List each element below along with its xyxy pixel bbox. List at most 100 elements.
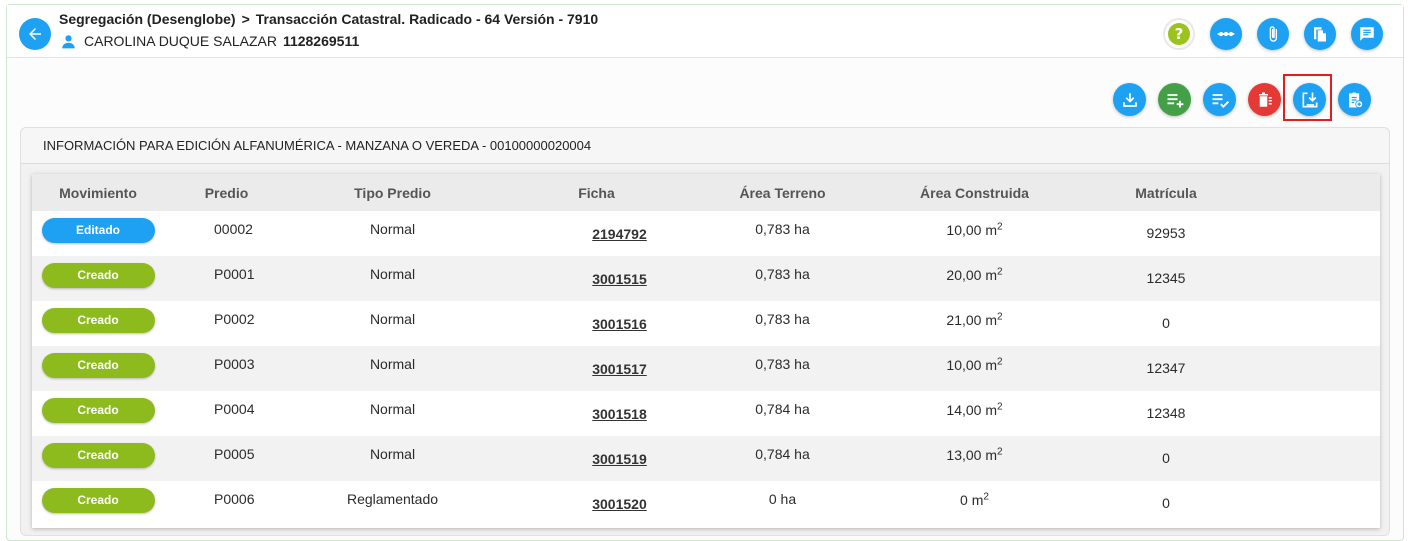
back-button[interactable] [19,18,51,50]
cell-area-construida: 10,00 m2 [868,346,1081,391]
table-row: Creado P0004 Normal 3001518 0,784 ha 14,00 m2… [32,391,1380,436]
notes-button[interactable] [1351,18,1383,50]
cell-predio: P0005 [164,436,289,481]
ficha-link[interactable]: 3001515 [592,271,647,287]
ficha-link[interactable]: 3001517 [592,361,647,377]
tipo-predio-value: Normal [369,356,416,372]
properties-table-container: Movimiento Predio Tipo Predio Ficha Área… [32,174,1380,528]
properties-table: Movimiento Predio Tipo Predio Ficha Área… [32,174,1380,526]
clipboard-add-button[interactable] [1338,83,1371,116]
movement-badge[interactable]: Creado [41,308,155,333]
cell-tipo-predio: Normal [289,211,496,256]
matricula-value: 12347 [1146,360,1186,376]
attachment-icon [1269,26,1278,42]
area-unit: m [985,446,998,463]
cell-predio: 00002 [164,211,289,256]
flow-icon [1217,31,1235,37]
attachment-button[interactable] [1257,18,1289,50]
ficha-link[interactable]: 3001518 [592,406,647,422]
check-list-button[interactable] [1203,83,1236,116]
area-unit: m [985,266,998,283]
cell-predio: P0001 [164,256,289,301]
cell-area-terreno: 0,783 ha [697,211,868,256]
cell-spacer [1251,391,1380,436]
matricula-value: 92953 [1146,225,1186,241]
user-id: 1128269511 [282,33,360,49]
cell-predio: P0004 [164,391,289,436]
cell-area-terreno: 0,783 ha [697,346,868,391]
download-icon [1122,92,1137,107]
clipboard-add-icon [1348,92,1363,108]
movement-badge[interactable]: Creado [41,488,155,513]
table-body: Editado 00002 Normal 2194792 0,783 ha 10,00 m… [32,211,1380,526]
user-icon [61,34,76,49]
cell-ficha: 3001517 [496,346,697,391]
ficha-link[interactable]: 3001519 [592,451,647,467]
ficha-link[interactable]: 2194792 [592,226,647,242]
col-tipo-predio: Tipo Predio [289,174,496,211]
tipo-predio-value: Normal [369,266,416,282]
area-construida-number: 20,00 [946,266,982,283]
breadcrumb-process[interactable]: Segregación (Desenglobe) [59,11,236,27]
predio-value: P0001 [214,266,255,282]
breadcrumb-transaction: Transacción Catastral. Radicado - 64 Ver… [255,11,599,27]
help-button[interactable]: ? [1163,18,1195,50]
cell-area-construida: 0 m2 [868,481,1081,526]
area-construida-number: 10,00 [946,356,982,373]
flow-button[interactable] [1210,18,1242,50]
cell-matricula: 0 [1081,481,1251,526]
cell-tipo-predio: Normal [289,391,496,436]
add-list-icon [1167,93,1183,107]
table-header-row: Movimiento Predio Tipo Predio Ficha Área… [32,174,1380,211]
cell-area-construida: 14,00 m2 [868,391,1081,436]
cell-tipo-predio: Reglamentado [289,481,496,526]
download-button[interactable] [1113,83,1146,116]
import-button[interactable] [1293,83,1326,116]
cell-tipo-predio: Normal [289,436,496,481]
cell-matricula: 12347 [1081,346,1251,391]
table-row: Editado 00002 Normal 2194792 0,783 ha 10,00 m… [32,211,1380,256]
notes-icon [1360,27,1374,41]
col-ficha: Ficha [496,174,697,211]
movement-badge[interactable]: Creado [41,353,155,378]
cell-area-construida: 21,00 m2 [868,301,1081,346]
copy-document-icon [1314,27,1326,42]
user-name: CAROLINA DUQUE SALAZAR [84,33,277,49]
ficha-link[interactable]: 3001520 [592,496,647,512]
area-construida-value: 20,00 m2 [946,266,1002,283]
area-construida-value: 14,00 m2 [946,401,1002,418]
table-row: Creado P0005 Normal 3001519 0,784 ha 13,00 m2… [32,436,1380,481]
delete-list-icon [1258,92,1272,107]
cell-movimiento: Creado [32,301,164,346]
predio-value: 00002 [214,221,253,237]
area-terreno-value: 0,783 ha [755,221,810,237]
cell-tipo-predio: Normal [289,256,496,301]
tipo-predio-value: Reglamentado [346,491,439,507]
cell-movimiento: Creado [32,436,164,481]
movement-badge[interactable]: Creado [41,443,155,468]
add-list-button[interactable] [1158,83,1191,116]
edit-toolbar [1113,74,1371,121]
area-terreno-value: 0 ha [768,491,797,507]
cell-spacer [1251,256,1380,301]
cell-ficha: 3001520 [496,481,697,526]
tipo-predio-value: Normal [369,221,416,237]
area-unit: m [971,491,984,508]
area-construida-value: 0 m2 [960,491,989,508]
movement-badge[interactable]: Creado [41,263,155,288]
area-construida-number: 10,00 [946,221,982,238]
header-actions: ? [1163,18,1383,50]
user-info: CAROLINA DUQUE SALAZAR 1128269511 [61,33,359,49]
movement-badge[interactable]: Editado [41,218,155,243]
movement-badge[interactable]: Creado [41,398,155,423]
import-highlight [1283,74,1332,121]
table-row: Creado P0001 Normal 3001515 0,783 ha 20,00 m2… [32,256,1380,301]
ficha-link[interactable]: 3001516 [592,316,647,332]
copy-document-button[interactable] [1304,18,1336,50]
predio-value: P0005 [214,446,255,462]
area-terreno-value: 0,783 ha [755,356,810,372]
cell-predio: P0003 [164,346,289,391]
matricula-value: 0 [1162,315,1170,331]
delete-list-button[interactable] [1248,83,1281,116]
area-construida-value: 21,00 m2 [946,311,1002,328]
